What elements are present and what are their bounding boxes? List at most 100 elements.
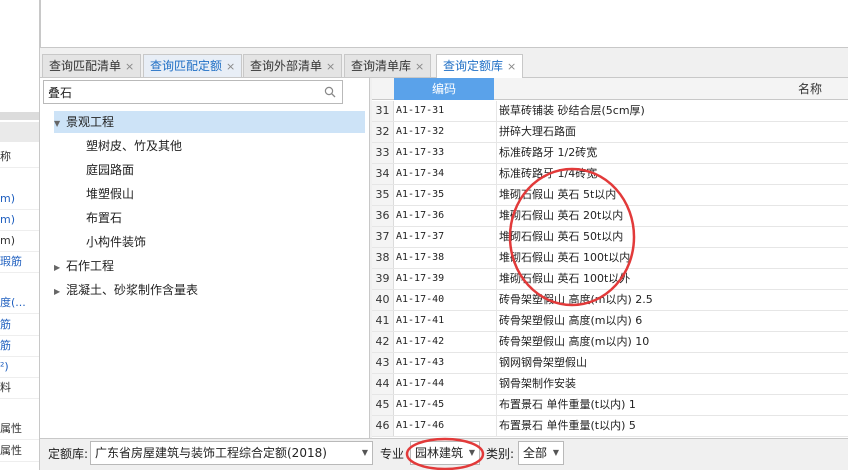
quota-library-select[interactable]: 广东省房屋建筑与装饰工程综合定额(2018) ▼ bbox=[90, 441, 373, 465]
quota-grid: 编码 名称 31 A1-17-31 嵌草砖铺装 砂结合层(5cm厚) 32 A1-17-… bbox=[372, 78, 848, 438]
specialty-label: 专业 bbox=[380, 447, 405, 461]
quota-name: 堆砌石假山 英石 100t以内 bbox=[496, 248, 846, 268]
close-icon[interactable]: × bbox=[226, 60, 235, 73]
table-row[interactable]: 46 A1-17-46 布置景石 单件重量(t以内) 5 bbox=[372, 416, 848, 437]
row-number: 41 bbox=[372, 311, 394, 331]
quota-name: 钢网钢骨架塑假山 bbox=[496, 353, 846, 373]
tree-item[interactable]: 堆塑假山 bbox=[86, 183, 134, 205]
close-icon[interactable]: × bbox=[125, 60, 134, 73]
tab-label: 查询清单库 bbox=[351, 59, 412, 73]
quota-code: A1-17-36 bbox=[396, 210, 445, 221]
tree-item-landscape[interactable]: ▼ 景观工程 bbox=[54, 111, 365, 133]
row-number: 34 bbox=[372, 164, 394, 184]
tree-item-concrete[interactable]: ▶ 混凝土、砂浆制作含量表 bbox=[54, 279, 198, 301]
quota-code: A1-17-43 bbox=[396, 357, 445, 368]
tab-query-matching-list[interactable]: 查询匹配清单 × bbox=[42, 54, 142, 78]
tab-label: 查询外部清单 bbox=[250, 59, 323, 73]
quota-code: A1-17-32 bbox=[396, 126, 445, 137]
close-icon[interactable]: × bbox=[507, 60, 516, 73]
row-number: 35 bbox=[372, 185, 394, 205]
quota-library-label: 定额库: bbox=[48, 447, 89, 461]
tree-item[interactable]: 布置石 bbox=[86, 207, 122, 229]
tab-query-quota-library[interactable]: 查询定额库 × bbox=[436, 54, 524, 79]
left-list-item[interactable]: 瑕筋 bbox=[0, 251, 39, 273]
chevron-right-icon[interactable]: ▶ bbox=[54, 257, 66, 279]
left-list-item[interactable]: ²) bbox=[0, 356, 39, 378]
table-row[interactable]: 33 A1-17-33 标准砖路牙 1/2砖宽 bbox=[372, 143, 848, 164]
left-list-item[interactable]: m) bbox=[0, 230, 39, 252]
quota-library-value: 广东省房屋建筑与装饰工程综合定额(2018) bbox=[95, 446, 327, 460]
search-field[interactable] bbox=[43, 80, 343, 104]
left-list-item[interactable]: 属性 bbox=[0, 418, 39, 440]
left-list-item[interactable]: 筋 bbox=[0, 314, 39, 336]
tree-item-stonework[interactable]: ▶ 石作工程 bbox=[54, 255, 114, 277]
table-row[interactable]: 40 A1-17-40 砖骨架塑假山 高度(m以内) 2.5 bbox=[372, 290, 848, 311]
column-header-name[interactable]: 名称 bbox=[798, 78, 822, 100]
quota-name: 标准砖路牙 1/4砖宽 bbox=[496, 164, 846, 184]
table-row[interactable]: 36 A1-17-36 堆砌石假山 英石 20t以内 bbox=[372, 206, 848, 227]
tree-item-label: 石作工程 bbox=[66, 259, 115, 273]
category-select[interactable]: 全部 ▼ bbox=[518, 441, 564, 465]
chevron-down-icon[interactable]: ▼ bbox=[54, 113, 66, 135]
chevron-right-icon[interactable]: ▶ bbox=[54, 281, 66, 303]
table-row[interactable]: 34 A1-17-34 标准砖路牙 1/4砖宽 bbox=[372, 164, 848, 185]
panel-header bbox=[0, 122, 39, 142]
quota-name: 砖骨架塑假山 高度(m以内) 10 bbox=[496, 332, 846, 352]
tree-item[interactable]: 塑树皮、竹及其他 bbox=[86, 135, 182, 157]
tab-label: 查询匹配定额 bbox=[150, 59, 223, 73]
tab-query-matching-quota[interactable]: 查询匹配定额 × bbox=[143, 54, 243, 78]
left-list-item[interactable]: 属性 bbox=[0, 440, 39, 462]
close-icon[interactable]: × bbox=[415, 60, 424, 73]
tab-query-list-library[interactable]: 查询清单库 × bbox=[344, 54, 432, 78]
quota-code: A1-17-37 bbox=[396, 231, 445, 242]
table-row[interactable]: 32 A1-17-32 拼碎大理石路面 bbox=[372, 122, 848, 143]
specialty-select[interactable]: 园林建筑 ▼ bbox=[410, 441, 480, 465]
tab-query-external-list[interactable]: 查询外部清单 × bbox=[243, 54, 343, 78]
quota-name: 布置景石 单件重量(t以内) 1 bbox=[496, 395, 846, 415]
table-row[interactable]: 41 A1-17-41 砖骨架塑假山 高度(m以内) 6 bbox=[372, 311, 848, 332]
table-row[interactable]: 35 A1-17-35 堆砌石假山 英石 5t以内 bbox=[372, 185, 848, 206]
quota-code: A1-17-42 bbox=[396, 336, 445, 347]
row-number: 40 bbox=[372, 290, 394, 310]
row-number: 38 bbox=[372, 248, 394, 268]
row-number: 31 bbox=[372, 101, 394, 121]
search-input[interactable] bbox=[44, 81, 314, 103]
tree-item[interactable]: 庭园路面 bbox=[86, 159, 134, 181]
row-number: 43 bbox=[372, 353, 394, 373]
left-list-item[interactable]: 度(... bbox=[0, 292, 39, 314]
quota-code: A1-17-38 bbox=[396, 252, 445, 263]
quota-name: 嵌草砖铺装 砂结合层(5cm厚) bbox=[496, 101, 846, 121]
table-row[interactable]: 39 A1-17-39 堆砌石假山 英石 100t以外 bbox=[372, 269, 848, 290]
table-row[interactable]: 38 A1-17-38 堆砌石假山 英石 100t以内 bbox=[372, 248, 848, 269]
table-row[interactable]: 44 A1-17-44 钢骨架制作安装 bbox=[372, 374, 848, 395]
row-number: 45 bbox=[372, 395, 394, 415]
table-row[interactable]: 37 A1-17-37 堆砌石假山 英石 50t以内 bbox=[372, 227, 848, 248]
dropdown-arrow-icon: ▼ bbox=[552, 448, 559, 457]
left-list-item[interactable]: 筋 bbox=[0, 335, 39, 357]
search-icon[interactable] bbox=[324, 86, 336, 98]
column-header-code[interactable]: 编码 bbox=[394, 78, 494, 100]
quota-name: 堆砌石假山 英石 5t以内 bbox=[496, 185, 846, 205]
quota-code: A1-17-31 bbox=[396, 105, 445, 116]
left-list-item[interactable]: 称 bbox=[0, 146, 39, 168]
tab-bar: 查询匹配清单 × 查询匹配定额 × 查询外部清单 × 查询清单库 × 查询定额库 × bbox=[40, 52, 848, 79]
quota-code: A1-17-46 bbox=[396, 420, 445, 431]
quota-code: A1-17-44 bbox=[396, 378, 445, 389]
tab-label: 查询匹配清单 bbox=[49, 59, 122, 73]
close-icon[interactable]: × bbox=[326, 60, 335, 73]
table-row[interactable]: 45 A1-17-45 布置景石 单件重量(t以内) 1 bbox=[372, 395, 848, 416]
row-number: 42 bbox=[372, 332, 394, 352]
quota-name: 砖骨架塑假山 高度(m以内) 6 bbox=[496, 311, 846, 331]
quota-code: A1-17-39 bbox=[396, 273, 445, 284]
table-row[interactable]: 42 A1-17-42 砖骨架塑假山 高度(m以内) 10 bbox=[372, 332, 848, 353]
left-list-item[interactable]: m) bbox=[0, 209, 39, 231]
table-row[interactable]: 31 A1-17-31 嵌草砖铺装 砂结合层(5cm厚) bbox=[372, 101, 848, 122]
table-row[interactable]: 43 A1-17-43 钢网钢骨架塑假山 bbox=[372, 353, 848, 374]
left-list-item[interactable]: 料 bbox=[0, 377, 39, 399]
quota-name: 堆砌石假山 英石 100t以外 bbox=[496, 269, 846, 289]
tree-item-label: 混凝土、砂浆制作含量表 bbox=[66, 283, 199, 297]
left-list-item[interactable]: m) bbox=[0, 188, 39, 210]
tree-item[interactable]: 小构件装饰 bbox=[86, 231, 146, 253]
quota-name: 钢骨架制作安装 bbox=[496, 374, 846, 394]
quota-name: 堆砌石假山 英石 20t以内 bbox=[496, 206, 846, 226]
